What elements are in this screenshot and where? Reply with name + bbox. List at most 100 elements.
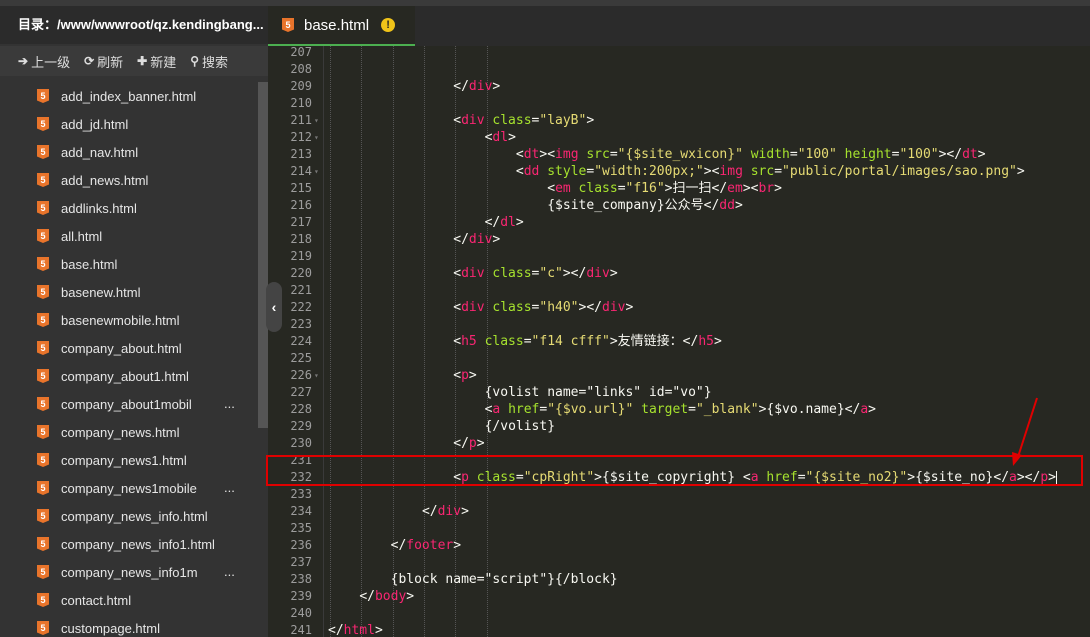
file-name: basenewmobile.html bbox=[61, 312, 180, 328]
file-name: custompage.html bbox=[61, 620, 160, 636]
code-line[interactable]: 207 bbox=[268, 44, 1090, 61]
code-line[interactable]: 214 ▾ <dd style="width:200px;"><img src="p… bbox=[268, 163, 1090, 180]
file-item[interactable]: 5 contact.html bbox=[0, 586, 260, 614]
line-number: 233 bbox=[290, 487, 312, 501]
code-line[interactable]: 239 </body> bbox=[268, 588, 1090, 605]
line-number: 216 bbox=[290, 198, 312, 212]
code-line[interactable]: 237 bbox=[268, 554, 1090, 571]
code-line[interactable]: 241 </html> bbox=[268, 622, 1090, 637]
collapse-sidebar-button[interactable]: ‹ bbox=[266, 282, 282, 332]
toolbar-button-2[interactable]: ✚ 新建 bbox=[137, 52, 176, 71]
code-line[interactable]: 223 bbox=[268, 316, 1090, 333]
line-number: 213 bbox=[290, 147, 312, 161]
file-item[interactable]: 5 company_about1mobil... bbox=[0, 390, 260, 418]
html5-file-icon: 5 bbox=[37, 565, 49, 579]
code-editor[interactable]: 207 208 209 </div> 210 211 ▾ <div class="layB">… bbox=[268, 44, 1090, 637]
code-text: </footer> bbox=[390, 538, 462, 553]
code-line[interactable]: 233 bbox=[268, 486, 1090, 503]
file-name: company_news.html bbox=[61, 424, 180, 440]
code-line[interactable]: 235 bbox=[268, 520, 1090, 537]
file-item[interactable]: 5 basenewmobile.html bbox=[0, 306, 260, 334]
html5-file-icon: 5 bbox=[37, 537, 49, 551]
code-line[interactable]: 238 {block name="script"}{/block} bbox=[268, 571, 1090, 588]
file-item[interactable]: 5 add_nav.html bbox=[0, 138, 260, 166]
unsaved-warning-icon[interactable]: ! bbox=[381, 18, 396, 32]
code-text: </dl> bbox=[484, 215, 524, 230]
file-item[interactable]: 5 add_news.html bbox=[0, 166, 260, 194]
code-line[interactable]: 227 {volist name="links" id="vo"} bbox=[268, 384, 1090, 401]
code-line[interactable]: 213 <dt><img src="{$site_wxicon}" width="… bbox=[268, 146, 1090, 163]
fold-toggle-icon[interactable]: ▾ bbox=[314, 112, 319, 129]
file-item[interactable]: 5 base.html bbox=[0, 250, 260, 278]
file-list: 5 add_index_banner.html 5 add_jd.html 5 add_n… bbox=[0, 82, 260, 637]
code-line[interactable]: 210 bbox=[268, 95, 1090, 112]
html5-file-icon: 5 bbox=[37, 621, 49, 635]
file-item[interactable]: 5 company_news1mobile... bbox=[0, 474, 260, 502]
file-item[interactable]: 5 company_news1.html bbox=[0, 446, 260, 474]
code-line[interactable]: 240 bbox=[268, 605, 1090, 622]
file-item[interactable]: 5 company_news.html bbox=[0, 418, 260, 446]
line-number: 220 bbox=[290, 266, 312, 280]
code-line[interactable]: 219 bbox=[268, 248, 1090, 265]
file-name: add_jd.html bbox=[61, 116, 129, 132]
sidebar-toolbar: ➔ 上一级 ⟳ 刷新 ✚ 新建 ⚲ 搜索 bbox=[0, 46, 268, 76]
code-text: </p> bbox=[453, 436, 485, 451]
code-line[interactable]: 221 bbox=[268, 282, 1090, 299]
file-item[interactable]: 5 basenew.html bbox=[0, 278, 260, 306]
code-line[interactable]: 209 </div> bbox=[268, 78, 1090, 95]
code-line[interactable]: 218 </div> bbox=[268, 231, 1090, 248]
fold-toggle-icon[interactable]: ▾ bbox=[314, 163, 319, 180]
file-item[interactable]: 5 add_index_banner.html bbox=[0, 82, 260, 110]
toolbar-button-0[interactable]: ➔ 上一级 bbox=[18, 52, 70, 71]
html5-file-icon: 5 bbox=[282, 18, 294, 32]
toolbar-button-3[interactable]: ⚲ 搜索 bbox=[190, 52, 228, 71]
file-item[interactable]: 5 company_news_info.html bbox=[0, 502, 260, 530]
code-line[interactable]: 226 ▾ <p> bbox=[268, 367, 1090, 384]
file-item[interactable]: 5 company_about.html bbox=[0, 334, 260, 362]
html5-file-icon: 5 bbox=[37, 201, 49, 215]
code-line[interactable]: 217 </dl> bbox=[268, 214, 1090, 231]
file-more-indicator: ... bbox=[224, 480, 235, 495]
file-item[interactable]: 5 company_news_info1m... bbox=[0, 558, 260, 586]
file-name: company_about.html bbox=[61, 340, 182, 356]
code-text: <dd style="width:200px;"><img src="publi… bbox=[515, 164, 1025, 179]
file-item[interactable]: 5 addlinks.html bbox=[0, 194, 260, 222]
fold-toggle-icon[interactable]: ▾ bbox=[314, 367, 319, 384]
line-number: 209 bbox=[290, 79, 312, 93]
file-item[interactable]: 5 company_about1.html bbox=[0, 362, 260, 390]
code-line[interactable]: 212 ▾ <dl> bbox=[268, 129, 1090, 146]
html5-file-icon: 5 bbox=[37, 397, 49, 411]
file-item[interactable]: 5 add_jd.html bbox=[0, 110, 260, 138]
code-line[interactable]: 225 bbox=[268, 350, 1090, 367]
line-number: 219 bbox=[290, 249, 312, 263]
code-line[interactable]: 229 {/volist} bbox=[268, 418, 1090, 435]
file-item[interactable]: 5 custompage.html bbox=[0, 614, 260, 637]
file-item[interactable]: 5 company_news_info1.html bbox=[0, 530, 260, 558]
fold-toggle-icon[interactable]: ▾ bbox=[314, 129, 319, 146]
code-text: </div> bbox=[453, 79, 501, 94]
tab-base-html[interactable]: 5 base.html ! bbox=[268, 6, 415, 46]
line-number: 208 bbox=[290, 62, 312, 76]
code-text: <a href="{$vo.url}" target="_blank">{$vo… bbox=[484, 402, 876, 417]
sidebar-scrollbar[interactable] bbox=[258, 82, 268, 428]
html5-file-icon: 5 bbox=[37, 173, 49, 187]
file-name: base.html bbox=[61, 256, 118, 272]
code-text: </div> bbox=[421, 504, 469, 519]
code-line[interactable]: 236 </footer> bbox=[268, 537, 1090, 554]
code-line[interactable]: 220 <div class="c"></div> bbox=[268, 265, 1090, 282]
code-line[interactable]: 222 <div class="h40"></div> bbox=[268, 299, 1090, 316]
line-number: 229 bbox=[290, 419, 312, 433]
code-line[interactable]: 211 ▾ <div class="layB"> bbox=[268, 112, 1090, 129]
toolbar-button-1[interactable]: ⟳ 刷新 bbox=[84, 52, 123, 71]
code-line[interactable]: 228 <a href="{$vo.url}" target="_blank">{… bbox=[268, 401, 1090, 418]
refresh-icon: ⟳ bbox=[84, 54, 95, 68]
code-line[interactable]: 230 </p> bbox=[268, 435, 1090, 452]
code-line[interactable]: 224 <h5 class="f14 cfff">友情链接：</h5> bbox=[268, 333, 1090, 350]
file-name: company_news_info.html bbox=[61, 508, 208, 524]
code-line[interactable]: 234 </div> bbox=[268, 503, 1090, 520]
code-line[interactable]: 216 {$site_company}公众号</dd> bbox=[268, 197, 1090, 214]
line-number: 226 bbox=[290, 368, 312, 382]
code-line[interactable]: 215 <em class="f16">扫一扫</em><br> bbox=[268, 180, 1090, 197]
file-item[interactable]: 5 all.html bbox=[0, 222, 260, 250]
code-line[interactable]: 208 bbox=[268, 61, 1090, 78]
